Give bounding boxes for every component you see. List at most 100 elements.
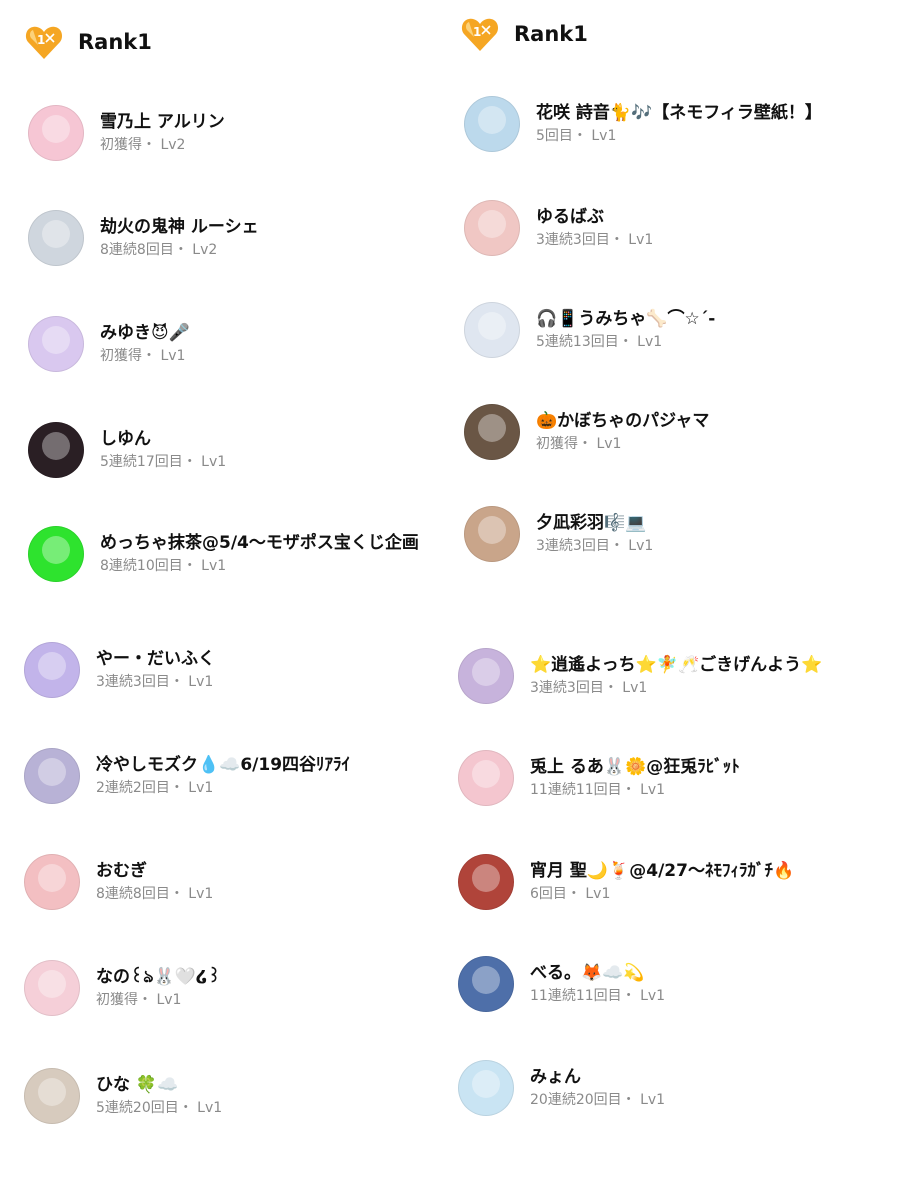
ranking-list-item[interactable]: 宵月 聖🌙🍹@4/27〜ﾈﾓﾌｨﾗｶﾞﾁ🔥 6回目・ Lv1 [458,852,880,912]
avatar[interactable] [24,1068,80,1124]
ranking-list-item[interactable]: みょん 20連続20回目・ Lv1 [458,1058,880,1118]
streak-level-text: 5回目・ Lv1 [536,128,617,144]
user-name: 花咲 詩音🐈🎶【ネモフィラ壁紙！】 [536,103,822,123]
user-name: 🎧📱うみちゃ🦴⌒☆´- [536,309,716,329]
avatar[interactable] [24,642,80,698]
ranking-list-item[interactable]: ⭐逍遙よっち⭐🧚🥂ごきげんよう⭐ 3連続3回目・ Lv1 [458,646,880,706]
user-name: 宵月 聖🌙🍹@4/27〜ﾈﾓﾌｨﾗｶﾞﾁ🔥 [530,861,795,881]
avatar[interactable] [458,1060,514,1116]
streak-level-text: 8連続8回目・ Lv2 [100,242,218,258]
streak-level-text: 初獲得・ Lv2 [100,137,186,153]
streak-level-text: 3連続3回目・ Lv1 [530,680,648,696]
avatar[interactable] [28,316,84,372]
entry-text: みゆき😈🎤 初獲得・ Lv1 [100,321,190,367]
ranking-list-item[interactable]: ひな 🍀☁️ 5連続20回目・ Lv1 [24,1066,450,1126]
avatar[interactable] [24,854,80,910]
streak-level-text: 6回目・ Lv1 [530,886,611,902]
streak-level-text: 3連続3回目・ Lv1 [96,674,214,690]
streak-level-text: 5連続20回目・ Lv1 [96,1100,223,1116]
avatar[interactable] [28,105,84,161]
ranking-list-item[interactable]: 花咲 詩音🐈🎶【ネモフィラ壁紙！】 5回目・ Lv1 [464,94,880,154]
entry-text: 🎃かぼちゃのパジャマ初獲得・ Lv1 [536,409,709,455]
right-ranking-column: 1 Rank1 花咲 詩音🐈🎶【ネモフィラ壁紙！】 5回目・ Lv1 ゆるばぶ 3連続… [440,0,900,1200]
ranking-list-item[interactable]: 雪乃上 アルリン初獲得・ Lv2 [28,103,450,163]
rank-label: Rank1 [78,30,152,54]
entry-text: 劫火の鬼神 ルーシェ 8連続8回目・ Lv2 [100,215,259,261]
entry-text: なの꒰ঌ🐰🤍໒꒱ 初獲得・ Lv1 [96,965,221,1011]
ranking-list-item[interactable]: べる。🦊☁️💫 11連続11回目・ Lv1 [458,954,880,1014]
user-name: ⭐逍遙よっち⭐🧚🥂ごきげんよう⭐ [530,655,823,675]
entry-text: おむぎ 8連続8回目・ Lv1 [96,859,213,905]
ranking-list-item[interactable]: ゆるばぶ 3連続3回目・ Lv1 [464,198,880,258]
entry-text: ひな 🍀☁️ 5連続20回目・ Lv1 [96,1073,222,1119]
avatar[interactable] [464,200,520,256]
rank-header: 1 Rank1 [460,14,588,54]
user-name: 雪乃上 アルリン [100,112,225,132]
user-name: ひな 🍀☁️ [96,1075,179,1095]
avatar[interactable] [458,956,514,1012]
user-name: しゆん [100,429,151,449]
ranking-list-item[interactable]: 🎧📱うみちゃ🦴⌒☆´- 5連続13回目・ Lv1 [464,300,880,360]
ranking-list-item[interactable]: やー・だいふく 3連続3回目・ Lv1 [24,640,450,700]
entry-text: しゆん 5連続17回目・ Lv1 [100,427,226,473]
avatar[interactable] [464,96,520,152]
avatar[interactable] [28,422,84,478]
entry-text: べる。🦊☁️💫 11連続11回目・ Lv1 [530,961,665,1007]
ranking-list-item[interactable]: 兎上 るあ🐰🌼@狂兎ﾗﾋﾞｯﾄ 11連続11回目・ Lv1 [458,748,880,808]
user-name: 夕凪彩羽🎼💻 [536,513,647,533]
user-name: みょん [530,1067,581,1087]
left-ranking-column: 1 Rank1 雪乃上 アルリン初獲得・ Lv2 劫火の鬼神 ルーシェ 8連続8回目… [0,0,450,1200]
ranking-list-item[interactable]: みゆき😈🎤 初獲得・ Lv1 [28,314,450,374]
entry-text: ⭐逍遙よっち⭐🧚🥂ごきげんよう⭐ 3連続3回目・ Lv1 [530,653,822,699]
streak-level-text: 20連続20回目・ Lv1 [530,1092,666,1108]
ranking-list-item[interactable]: なの꒰ঌ🐰🤍໒꒱ 初獲得・ Lv1 [24,958,450,1018]
user-name: 🎃かぼちゃのパジャマ [536,411,710,431]
heart-rank-badge-icon: 1 [461,18,499,51]
svg-text:1: 1 [37,33,45,47]
avatar[interactable] [24,748,80,804]
ranking-list-item[interactable]: 劫火の鬼神 ルーシェ 8連続8回目・ Lv2 [28,208,450,268]
entry-text: 兎上 るあ🐰🌼@狂兎ﾗﾋﾞｯﾄ 11連続11回目・ Lv1 [530,755,740,801]
avatar[interactable] [24,960,80,1016]
ranking-list-item[interactable]: しゆん 5連続17回目・ Lv1 [28,420,450,480]
user-name: めっちゃ抹茶@5/4〜モザポス宝くじ企画 [100,533,419,553]
user-name: 兎上 るあ🐰🌼@狂兎ﾗﾋﾞｯﾄ [530,757,740,777]
ranking-list-item[interactable]: 夕凪彩羽🎼💻 3連続3回目・ Lv1 [464,504,880,564]
avatar[interactable] [458,854,514,910]
user-name: なの꒰ঌ🐰🤍໒꒱ [96,967,221,987]
heart-rank-badge-icon: 1 [25,26,63,59]
entry-text: ゆるばぶ 3連続3回目・ Lv1 [536,205,653,251]
avatar[interactable] [28,210,84,266]
streak-level-text: 5連続17回目・ Lv1 [100,454,227,470]
avatar[interactable] [458,648,514,704]
avatar[interactable] [464,302,520,358]
streak-level-text: 初獲得・ Lv1 [96,992,182,1008]
avatar[interactable] [458,750,514,806]
streak-level-text: 初獲得・ Lv1 [100,348,186,364]
user-name: おむぎ [96,861,147,881]
streak-level-text: 11連続11回目・ Lv1 [530,988,666,1004]
ranking-list-item[interactable]: おむぎ 8連続8回目・ Lv1 [24,852,450,912]
streak-level-text: 8連続10回目・ Lv1 [100,558,227,574]
avatar[interactable] [28,526,84,582]
user-name: やー・だいふく [96,649,215,669]
avatar[interactable] [464,506,520,562]
ranking-list-item[interactable]: めっちゃ抹茶@5/4〜モザポス宝くじ企画 8連続10回目・ Lv1 [28,524,450,584]
rank-label: Rank1 [514,22,588,46]
user-name: ゆるばぶ [536,207,604,227]
entry-text: 冷やしモズク💧☁️6/19四谷ﾘｱﾗｲ 2連続2回目・ Lv1 [96,753,350,799]
streak-level-text: 初獲得・ Lv1 [536,436,622,452]
entry-text: 宵月 聖🌙🍹@4/27〜ﾈﾓﾌｨﾗｶﾞﾁ🔥 6回目・ Lv1 [530,859,794,905]
entry-text: やー・だいふく 3連続3回目・ Lv1 [96,647,215,693]
user-name: みゆき😈🎤 [100,323,190,343]
svg-text:1: 1 [473,25,481,39]
user-name: べる。🦊☁️💫 [530,963,645,983]
ranking-list-item[interactable]: 🎃かぼちゃのパジャマ初獲得・ Lv1 [464,402,880,462]
user-name: 冷やしモズク💧☁️6/19四谷ﾘｱﾗｲ [96,755,351,775]
avatar[interactable] [464,404,520,460]
ranking-list-item[interactable]: 冷やしモズク💧☁️6/19四谷ﾘｱﾗｲ 2連続2回目・ Lv1 [24,746,450,806]
user-name: 劫火の鬼神 ルーシェ [100,217,259,237]
streak-level-text: 3連続3回目・ Lv1 [536,538,654,554]
streak-level-text: 5連続13回目・ Lv1 [536,334,663,350]
streak-level-text: 2連続2回目・ Lv1 [96,780,214,796]
